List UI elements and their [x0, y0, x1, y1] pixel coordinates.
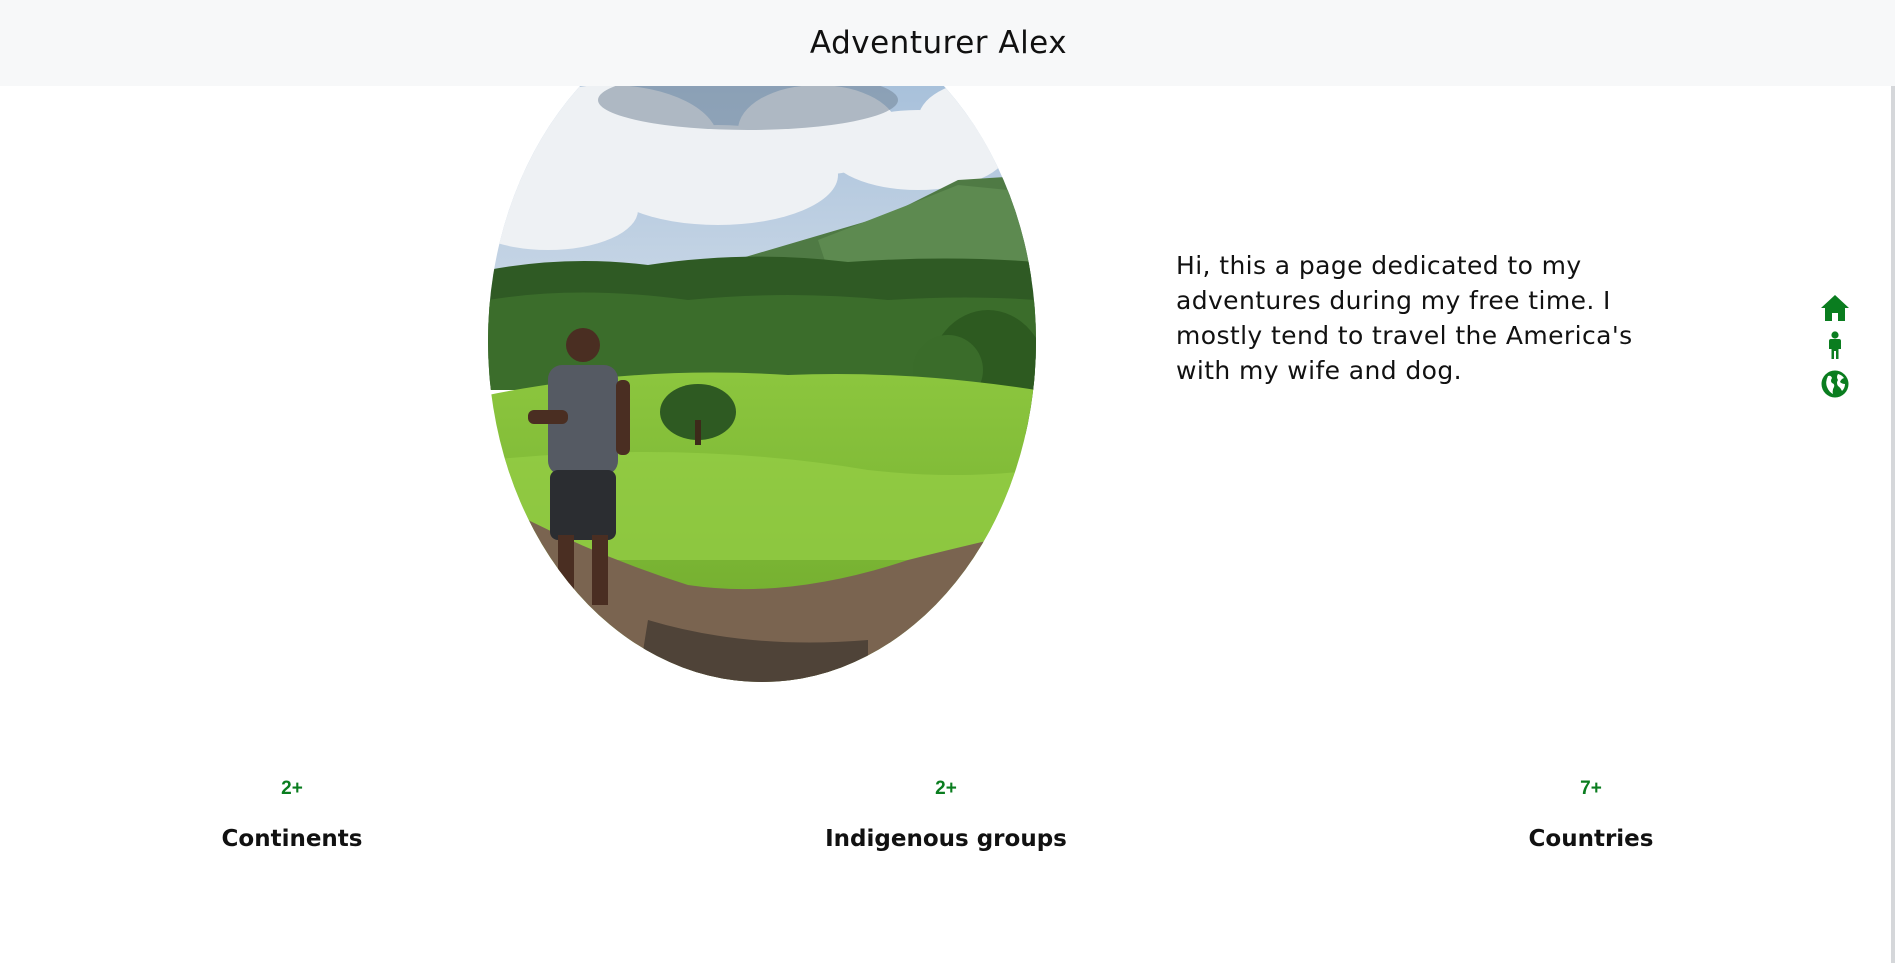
side-nav	[1817, 292, 1853, 400]
traveler-photo	[488, 0, 1036, 682]
stat-value: 7+	[1580, 778, 1602, 799]
stat-label: Continents	[221, 826, 363, 852]
intro-text: Hi, this a page dedicated to my adventur…	[1176, 251, 1633, 385]
stat-continents: 2+ Continents	[112, 776, 472, 852]
stat-value: 2+	[281, 778, 303, 799]
stat-label: Countries	[1528, 826, 1654, 852]
person-icon[interactable]	[1819, 330, 1851, 362]
stat-value: 2+	[935, 778, 957, 799]
page: Adventurer Alex Hi, this a page dedicate…	[0, 0, 1895, 963]
stat-countries: 7+ Countries	[1411, 776, 1771, 852]
stat-indigenous-groups: 2+ Indigenous groups	[766, 776, 1126, 852]
stat-label: Indigenous groups	[825, 826, 1067, 852]
home-icon[interactable]	[1819, 292, 1851, 324]
stats-section: 2+ Continents 2+ Indigenous groups 7+ Co…	[0, 776, 1895, 856]
page-title: Adventurer Alex	[809, 25, 1068, 61]
globe-icon[interactable]	[1819, 368, 1851, 400]
site-header: Adventurer Alex	[0, 0, 1895, 86]
